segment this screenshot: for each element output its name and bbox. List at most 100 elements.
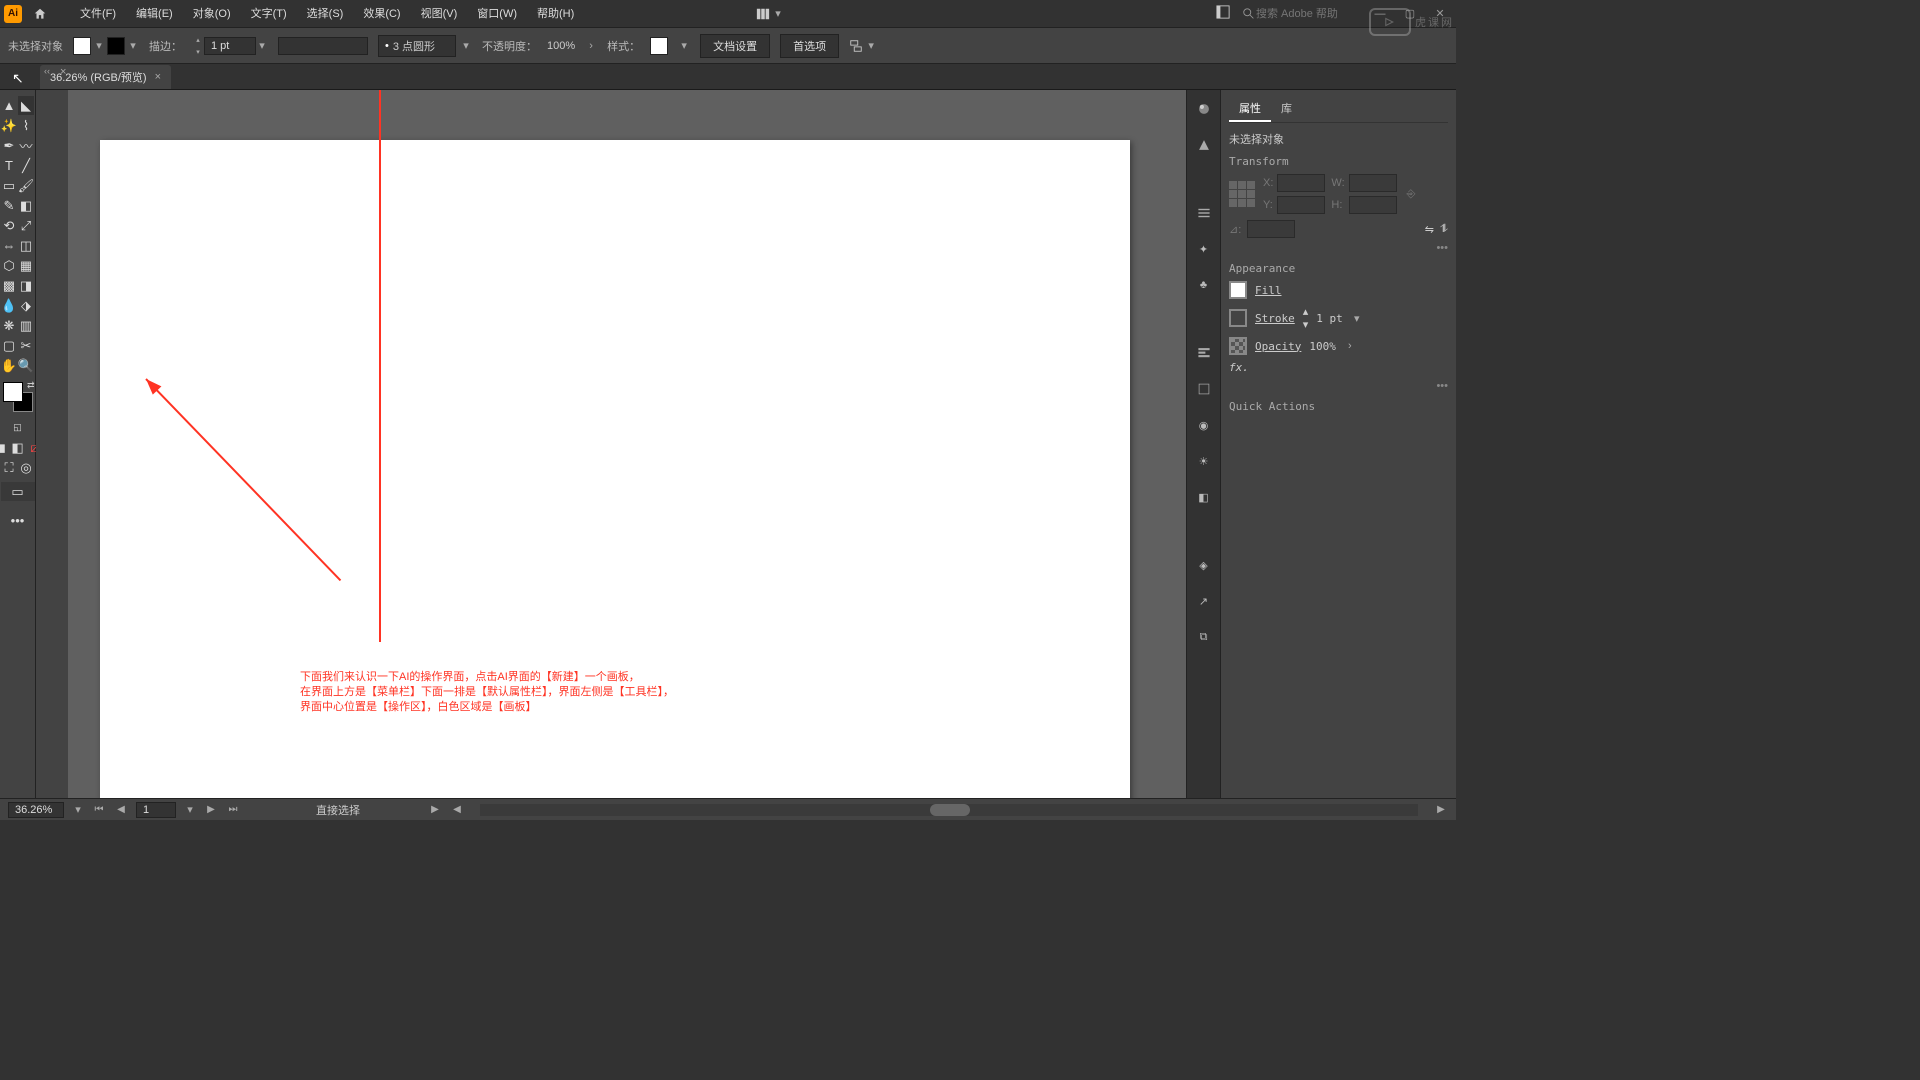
fill-stroke-swatch[interactable]: ⇄	[3, 382, 33, 412]
eraser-tool[interactable]: ◧	[18, 196, 34, 215]
rotate-tool[interactable]: ⟲	[1, 216, 17, 235]
swatches-panel-icon[interactable]	[1193, 134, 1215, 156]
appearance-stroke-swatch[interactable]	[1229, 309, 1247, 327]
style-swatch[interactable]	[650, 37, 668, 55]
color-panel-icon[interactable]	[1193, 98, 1215, 120]
gradient-tool[interactable]: ◨	[18, 276, 34, 295]
color-mode-fill[interactable]: ◼	[0, 438, 9, 457]
stroke-up[interactable]: ▴	[1303, 305, 1309, 318]
artboards-panel-icon[interactable]: ⧉	[1193, 626, 1215, 648]
stroke-down[interactable]: ▾	[1303, 318, 1309, 331]
brushes-panel-icon[interactable]: ✦	[1193, 238, 1215, 260]
scale-tool[interactable]: ⤢	[18, 216, 34, 235]
dash-dropdown[interactable]: ▾	[460, 40, 472, 52]
menu-file[interactable]: 文件(F)	[70, 0, 126, 28]
graphic-styles-panel-icon[interactable]: ☀	[1193, 450, 1215, 472]
shaper-tool[interactable]: ✎	[1, 196, 17, 215]
direct-selection-tool[interactable]: ◣	[18, 96, 34, 115]
curvature-tool[interactable]: 〰	[18, 136, 34, 155]
artboard-dropdown[interactable]: ▾	[184, 804, 196, 816]
window-maximize-icon[interactable]: ▢	[1398, 4, 1422, 24]
line-tool[interactable]: ╱	[18, 156, 34, 175]
menu-help[interactable]: 帮助(H)	[527, 0, 584, 28]
hand-tool[interactable]: ✋	[1, 356, 17, 375]
scroll-right-icon[interactable]: ▶	[1434, 803, 1448, 817]
symbols-panel-icon[interactable]: ♣	[1193, 274, 1215, 296]
transform-x-input[interactable]	[1277, 174, 1325, 192]
edit-toolbar-button[interactable]: ▭	[1, 482, 35, 501]
layout-icon[interactable]	[1216, 5, 1230, 22]
color-mode-gradient[interactable]: ◧	[10, 438, 26, 457]
tab-library[interactable]: 库	[1271, 96, 1302, 122]
help-search-input[interactable]	[1256, 8, 1356, 20]
last-artboard-icon[interactable]: ⏭	[226, 803, 240, 817]
tab-properties[interactable]: 属性	[1229, 96, 1271, 122]
stroke-weight-input[interactable]	[204, 37, 256, 55]
shape-builder-tool[interactable]: ⬡	[1, 256, 17, 275]
perspective-tool[interactable]: ▦	[18, 256, 34, 275]
default-colors[interactable]: ◱	[10, 418, 26, 437]
flip-v-icon[interactable]: ⥮	[1440, 223, 1448, 236]
scroll-left-icon[interactable]: ◀	[450, 803, 464, 817]
swap-colors-icon[interactable]: ⇄	[27, 380, 35, 391]
home-icon[interactable]	[30, 4, 50, 24]
zoom-dropdown[interactable]: ▾	[72, 804, 84, 816]
first-artboard-icon[interactable]: ⏮	[92, 803, 106, 817]
reference-point-selector[interactable]	[1229, 181, 1255, 207]
pen-tool[interactable]: ✒	[1, 136, 17, 155]
menu-window[interactable]: 窗口(W)	[467, 0, 527, 28]
panel-opacity-flyout[interactable]: ›	[1344, 340, 1356, 352]
magic-wand-tool[interactable]: ✨	[1, 116, 17, 135]
help-search[interactable]	[1236, 5, 1362, 23]
fill-dropdown-icon[interactable]: ▾	[93, 40, 105, 52]
stroke-swatch[interactable]	[107, 37, 125, 55]
arrange-icon[interactable]: ▾	[756, 7, 784, 21]
fill-color[interactable]	[3, 382, 23, 402]
artboard-tool[interactable]: ▢	[1, 336, 17, 355]
eyedropper-tool[interactable]: 💧	[1, 296, 17, 315]
toolbar-more[interactable]: •••	[1, 511, 35, 530]
doc-setup-button[interactable]: 文档设置	[700, 34, 770, 58]
tab-close-small[interactable]: ×	[60, 66, 66, 78]
link-wh-icon[interactable]: ⎆	[1407, 188, 1416, 201]
fill-swatch[interactable]	[73, 37, 91, 55]
brush-input[interactable]	[278, 37, 368, 55]
brush-tool[interactable]: 🖌	[18, 176, 34, 195]
menu-type[interactable]: 文字(T)	[241, 0, 297, 28]
assets-panel-icon[interactable]: ◈	[1193, 554, 1215, 576]
type-tool[interactable]: T	[1, 156, 17, 175]
menu-view[interactable]: 视图(V)	[411, 0, 468, 28]
panel-opacity-value[interactable]: 100%	[1309, 340, 1336, 353]
transform-more-icon[interactable]: •••	[1229, 242, 1448, 254]
zoom-tool[interactable]: 🔍	[18, 356, 34, 375]
prev-artboard-icon[interactable]: ◀	[114, 803, 128, 817]
status-flyout-icon[interactable]: ▶	[428, 803, 442, 817]
graph-tool[interactable]: ▥	[18, 316, 34, 335]
menu-object[interactable]: 对象(O)	[183, 0, 241, 28]
width-tool[interactable]: ⇔	[1, 236, 17, 255]
appearance-panel-icon[interactable]: ◉	[1193, 414, 1215, 436]
transform-h-input[interactable]	[1349, 196, 1397, 214]
appearance-fill-swatch[interactable]	[1229, 281, 1247, 299]
artboard[interactable]: 下面我们来认识一下AI的操作界面，点击AI界面的【新建】一个画板， 在界面上方是…	[100, 140, 1130, 808]
appearance-more-icon[interactable]: •••	[1229, 380, 1448, 392]
opacity-value[interactable]: 100%	[547, 40, 575, 52]
appearance-opacity-swatch[interactable]	[1229, 337, 1247, 355]
stroke-stepper-down[interactable]: ▾	[192, 46, 204, 58]
window-minimize-icon[interactable]: —	[1368, 4, 1392, 24]
transform-angle-input[interactable]	[1247, 220, 1295, 238]
tab-minimize[interactable]: ‹‹	[44, 66, 50, 76]
rectangle-tool[interactable]: ▭	[1, 176, 17, 195]
next-artboard-icon[interactable]: ▶	[204, 803, 218, 817]
window-close-icon[interactable]: ✕	[1428, 4, 1452, 24]
preferences-button[interactable]: 首选项	[780, 34, 839, 58]
stroke-panel-icon[interactable]	[1193, 202, 1215, 224]
dash-input[interactable]: 3 点圆形	[393, 38, 435, 54]
tab-close-icon[interactable]: ×	[155, 71, 161, 83]
draw-mode[interactable]: ◎	[18, 458, 34, 477]
mesh-tool[interactable]: ▩	[1, 276, 17, 295]
export-panel-icon[interactable]: ↗	[1193, 590, 1215, 612]
transform-panel-icon[interactable]	[1193, 378, 1215, 400]
transform-y-input[interactable]	[1277, 196, 1325, 214]
artboard-number-input[interactable]	[136, 802, 176, 818]
